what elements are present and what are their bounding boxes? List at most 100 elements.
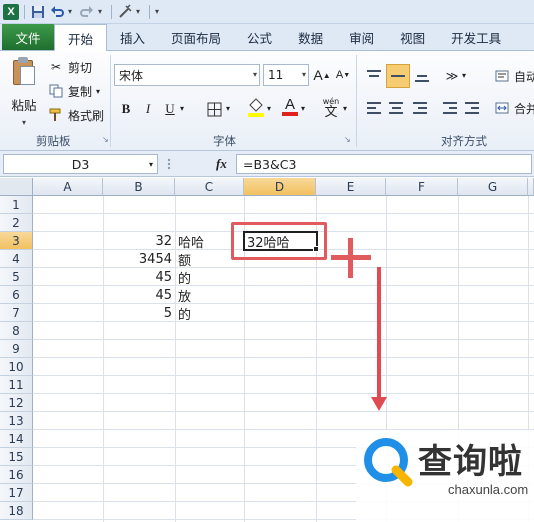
- column-header-b[interactable]: B: [103, 178, 175, 196]
- align-center-button[interactable]: [386, 98, 406, 118]
- row-header-9[interactable]: 9: [0, 340, 33, 358]
- align-right-button[interactable]: [410, 98, 430, 118]
- qat-more-icon[interactable]: ▾: [136, 7, 144, 16]
- cell-c7[interactable]: 的: [175, 304, 244, 323]
- row-header-2[interactable]: 2: [0, 214, 33, 232]
- cut-button[interactable]: ✂ 剪切: [48, 57, 92, 77]
- fill-color-dropdown-icon[interactable]: ▾: [267, 104, 271, 113]
- font-name-select[interactable]: 宋体 ▾: [114, 64, 260, 86]
- row-header-17[interactable]: 17: [0, 484, 33, 502]
- cell-b5[interactable]: 45: [103, 268, 175, 286]
- format-painter-button[interactable]: 格式刷: [48, 105, 104, 125]
- row-header-15[interactable]: 15: [0, 448, 33, 466]
- name-box-value: D3: [71, 156, 90, 172]
- row-header-18[interactable]: 18: [0, 502, 33, 520]
- paste-dropdown-icon[interactable]: ▾: [22, 118, 26, 127]
- tab-review[interactable]: 审阅: [336, 24, 387, 50]
- row-header-8[interactable]: 8: [0, 322, 33, 340]
- borders-dropdown-icon[interactable]: ▾: [226, 104, 230, 113]
- tab-view[interactable]: 视图: [387, 24, 438, 50]
- decrease-indent-button[interactable]: [440, 98, 460, 118]
- name-box[interactable]: D3 ▾: [3, 154, 158, 174]
- chevron-down-icon[interactable]: ▾: [149, 160, 153, 169]
- align-left-button[interactable]: [364, 98, 384, 118]
- borders-button[interactable]: [204, 99, 224, 119]
- orientation-icon: ≫: [445, 68, 459, 83]
- cell-c5[interactable]: 的: [175, 268, 244, 287]
- merge-center-button[interactable]: 合并: [494, 98, 534, 118]
- orientation-button[interactable]: ≫: [442, 66, 462, 86]
- bold-button[interactable]: B: [116, 99, 136, 119]
- tab-page-layout[interactable]: 页面布局: [158, 24, 234, 50]
- paste-button[interactable]: 粘贴 ▾: [4, 55, 44, 127]
- underline-button[interactable]: U: [160, 99, 180, 119]
- font-size-select[interactable]: 11 ▾: [263, 64, 309, 86]
- column-header-h[interactable]: [528, 178, 534, 196]
- tab-file[interactable]: 文件: [2, 24, 54, 50]
- column-header-f[interactable]: F: [386, 178, 458, 196]
- phonetic-char: 文: [324, 104, 338, 120]
- cell-c6[interactable]: 放: [175, 286, 244, 305]
- plus-icon-vertical: [348, 238, 353, 278]
- font-color-button[interactable]: A: [280, 97, 300, 117]
- row-header-14[interactable]: 14: [0, 430, 33, 448]
- tab-data[interactable]: 数据: [285, 24, 336, 50]
- tab-home[interactable]: 开始: [54, 24, 108, 51]
- row-header-3[interactable]: 3: [0, 232, 33, 250]
- cell-b3[interactable]: 32: [103, 232, 175, 250]
- phonetic-button[interactable]: wén 文: [318, 95, 344, 121]
- align-bottom-button[interactable]: [412, 66, 432, 86]
- grow-font-button[interactable]: A ▲: [312, 65, 332, 85]
- cell-b7[interactable]: 5: [103, 304, 175, 322]
- row-header-12[interactable]: 12: [0, 394, 33, 412]
- increase-indent-button[interactable]: [462, 98, 482, 118]
- font-color-dropdown-icon[interactable]: ▾: [301, 104, 305, 113]
- redo-dropdown-icon[interactable]: ▾: [98, 7, 106, 16]
- tab-formulas[interactable]: 公式: [234, 24, 285, 50]
- undo-dropdown-icon[interactable]: ▾: [68, 7, 76, 16]
- copy-button[interactable]: 复制 ▾: [48, 81, 100, 101]
- excel-icon[interactable]: X: [3, 3, 19, 20]
- align-top-button[interactable]: [364, 66, 384, 86]
- tab-insert[interactable]: 插入: [107, 24, 158, 50]
- merge-icon: [494, 100, 510, 116]
- undo-icon[interactable]: [49, 4, 65, 20]
- orientation-dropdown-icon[interactable]: ▾: [462, 71, 466, 80]
- row-header-11[interactable]: 11: [0, 376, 33, 394]
- row-header-1[interactable]: 1: [0, 196, 33, 214]
- shrink-font-button[interactable]: A ▼: [333, 65, 353, 85]
- font-launcher-icon[interactable]: ↘: [344, 135, 351, 144]
- select-all-corner[interactable]: [0, 178, 33, 196]
- row-header-10[interactable]: 10: [0, 358, 33, 376]
- italic-button[interactable]: I: [138, 99, 158, 119]
- phonetic-dropdown-icon[interactable]: ▾: [343, 104, 347, 113]
- copy-dropdown-icon[interactable]: ▾: [96, 87, 100, 96]
- column-header-e[interactable]: E: [316, 178, 386, 196]
- column-header-g[interactable]: G: [458, 178, 528, 196]
- insert-function-button[interactable]: fx: [216, 156, 227, 172]
- clipboard-launcher-icon[interactable]: ↘: [102, 135, 109, 144]
- customize-icon[interactable]: [117, 3, 133, 20]
- row-header-7[interactable]: 7: [0, 304, 33, 322]
- row-header-6[interactable]: 6: [0, 286, 33, 304]
- underline-dropdown-icon[interactable]: ▾: [180, 104, 184, 113]
- fill-color-button[interactable]: [246, 97, 266, 117]
- save-icon[interactable]: [30, 4, 46, 20]
- row-header-13[interactable]: 13: [0, 412, 33, 430]
- align-top-icon: [367, 70, 381, 82]
- column-header-d[interactable]: D: [244, 178, 316, 196]
- cell-b4[interactable]: 3454: [103, 250, 175, 268]
- column-header-c[interactable]: C: [175, 178, 244, 196]
- redo-icon[interactable]: [79, 4, 95, 20]
- qat-customize-dropdown-icon[interactable]: ▾: [155, 7, 163, 16]
- column-header-a[interactable]: A: [33, 178, 103, 196]
- wrap-text-button[interactable]: 自动: [494, 66, 534, 86]
- row-header-5[interactable]: 5: [0, 268, 33, 286]
- cell-b6[interactable]: 45: [103, 286, 175, 304]
- row-header-16[interactable]: 16: [0, 466, 33, 484]
- tab-developer[interactable]: 开发工具: [438, 24, 514, 50]
- align-middle-button[interactable]: [386, 64, 410, 88]
- row-header-4[interactable]: 4: [0, 250, 33, 268]
- gridline: [33, 375, 534, 376]
- formula-input[interactable]: =B3&C3: [236, 154, 532, 174]
